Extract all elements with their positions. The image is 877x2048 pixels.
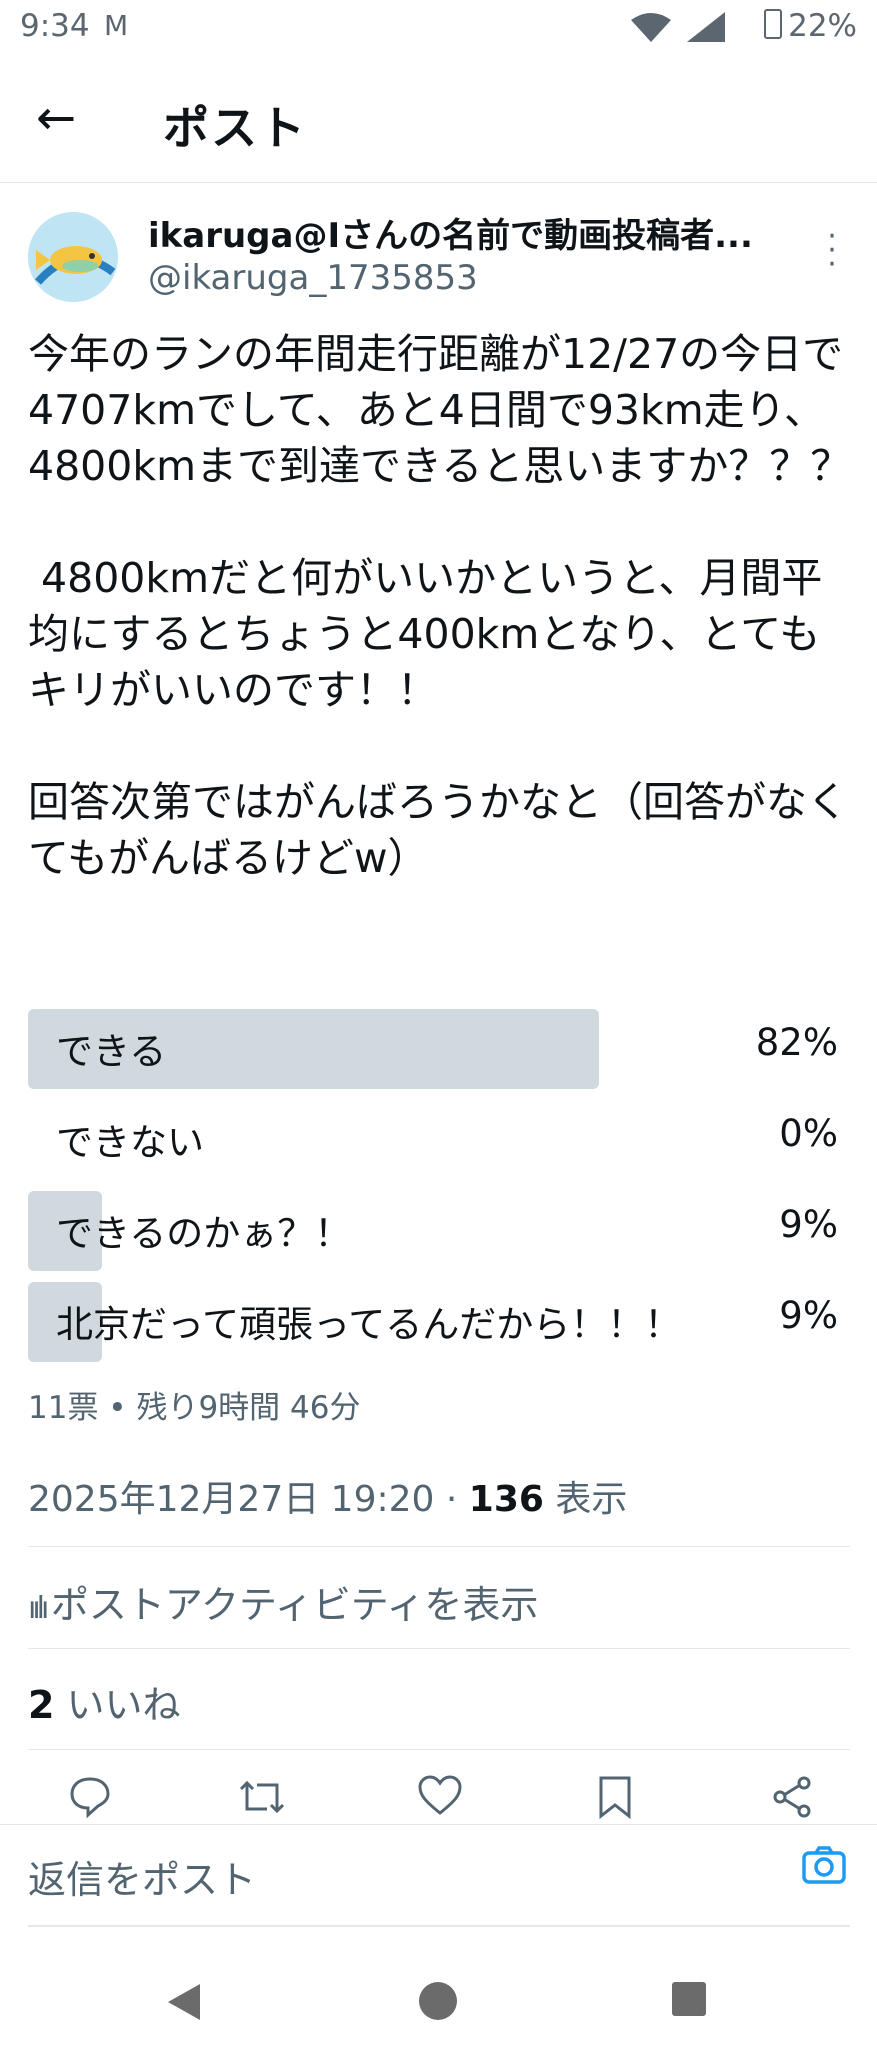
divider — [28, 1749, 850, 1750]
post-timestamp: 2025年12月27日 19:20 · 136 表示 — [28, 1470, 627, 1522]
status-time: 9:34 — [20, 8, 90, 44]
reply-placeholder[interactable]: 返信をポスト — [28, 1849, 256, 1904]
mail-notification-icon: M — [104, 9, 129, 42]
poll-option-percent: 82% — [755, 1021, 838, 1064]
nav-home-icon[interactable] — [417, 1980, 459, 2032]
avatar[interactable] — [28, 212, 118, 302]
poll-meta: 11票 • 残り9時間 46分 — [28, 1390, 361, 1426]
share-icon[interactable] — [762, 1775, 822, 1830]
battery-icon — [764, 9, 783, 39]
camera-icon[interactable] — [801, 1845, 847, 1895]
likes-label: いいね — [54, 1683, 181, 1727]
divider — [28, 1648, 850, 1649]
header-divider — [0, 182, 877, 183]
back-arrow-icon[interactable]: ← — [36, 88, 96, 148]
likes-number: 2 — [28, 1683, 55, 1727]
likes-count[interactable]: 2 いいね — [28, 1674, 181, 1729]
retweet-icon[interactable] — [232, 1775, 292, 1830]
poll-option-label: できる — [56, 1030, 167, 1073]
post-activity-link[interactable]: ıılı ポストアクティビティを表示 — [28, 1574, 538, 1629]
poll-option[interactable]: 北京だって頑張ってるんだから！！！ 9% — [28, 1282, 838, 1362]
battery-status: 22% — [764, 8, 857, 44]
poll-option-label: できるのかぁ？！ — [56, 1212, 352, 1255]
poll-option-percent: 0% — [779, 1112, 838, 1155]
system-nav-bar — [0, 1950, 877, 2048]
post-activity-label: ポストアクティビティを表示 — [50, 1583, 539, 1627]
poll-option-label: 北京だって頑張ってるんだから！！！ — [56, 1303, 682, 1346]
reply-icon[interactable] — [60, 1775, 120, 1830]
reply-underline — [28, 1925, 850, 1927]
poll-option[interactable]: できるのかぁ？！ 9% — [28, 1191, 838, 1271]
poll-option-percent: 9% — [779, 1294, 838, 1337]
nav-back-icon[interactable] — [164, 1980, 204, 2034]
reply-composer[interactable]: 返信をポスト — [0, 1824, 877, 1927]
battery-percent: 22% — [788, 8, 857, 44]
analytics-icon: ıılı — [28, 1591, 51, 1626]
post-text: 今年のランの年間走行距離が12/27の今日で4707kmでして、あと4日間で93… — [28, 330, 852, 882]
view-label[interactable]: 表示 — [544, 1479, 627, 1520]
divider — [28, 1546, 850, 1547]
like-icon[interactable] — [410, 1775, 470, 1828]
view-count: 136 — [468, 1479, 544, 1520]
status-bar: 9:34 M 22% — [0, 0, 877, 56]
nav-recents-icon[interactable] — [670, 1980, 708, 2028]
post-date: 2025年12月27日 19:20 · — [28, 1479, 469, 1520]
poll-option-label: できない — [56, 1121, 204, 1164]
poll-option[interactable]: できる 82% — [28, 1009, 838, 1089]
page-title: ポスト — [163, 101, 307, 155]
author-name[interactable]: ikaruga@Iさんの名前で動画投稿者... — [148, 208, 753, 257]
more-icon[interactable]: · · · — [820, 222, 844, 280]
bookmark-icon[interactable] — [585, 1775, 645, 1830]
author-handle[interactable]: @ikaruga_1735853 — [148, 258, 478, 298]
signal-icon — [627, 6, 737, 54]
fish-avatar-icon — [28, 212, 118, 302]
poll-option[interactable]: できない 0% — [28, 1100, 838, 1180]
poll-option-percent: 9% — [779, 1203, 838, 1246]
